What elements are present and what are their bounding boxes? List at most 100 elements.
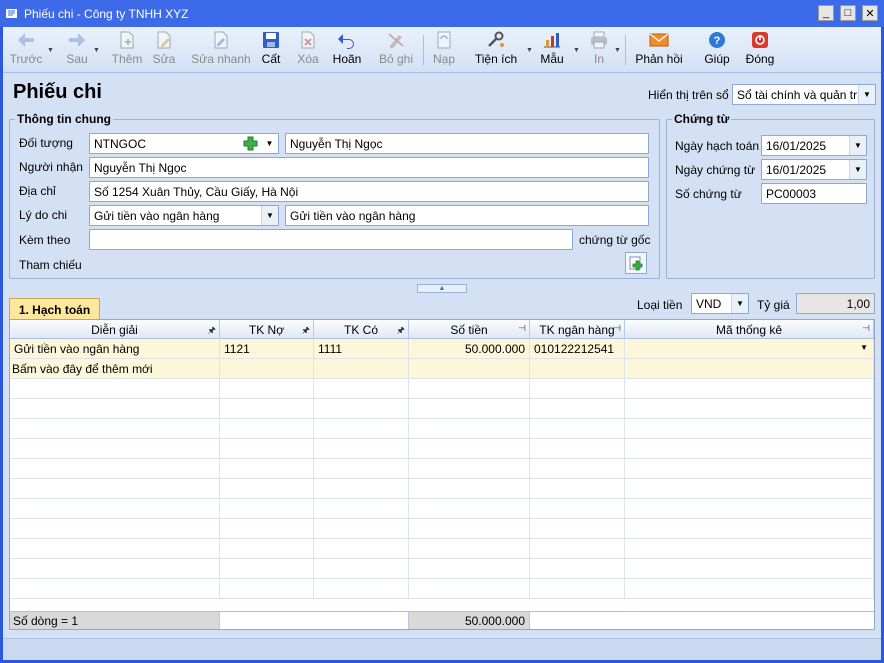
add-document-icon bbox=[118, 30, 136, 50]
chevron-down-icon[interactable]: ▼ bbox=[849, 160, 866, 179]
chevron-down-icon[interactable]: ▼ bbox=[526, 47, 533, 54]
cell-ma-thong-ke[interactable] bbox=[625, 339, 874, 359]
chevron-down-icon[interactable]: ▼ bbox=[573, 47, 580, 54]
table-row[interactable]: Gửi tiền vào ngân hàng 1121 1111 50.000.000… bbox=[10, 339, 874, 359]
chevron-down-icon[interactable]: ▼ bbox=[860, 343, 868, 352]
rate-input[interactable]: 1,00 bbox=[796, 293, 875, 314]
pin-icon[interactable]: 🖈 bbox=[208, 323, 216, 339]
toolbar-button-6[interactable]: Xóa bbox=[295, 30, 321, 66]
kem-theo-input[interactable] bbox=[89, 229, 573, 250]
chevron-down-icon[interactable]: ▼ bbox=[47, 47, 54, 54]
empty-row bbox=[10, 519, 874, 539]
status-bar bbox=[3, 638, 881, 660]
close-window-button[interactable]: ✕ bbox=[862, 5, 878, 21]
chevron-down-icon[interactable]: ▼ bbox=[858, 85, 875, 104]
currency-select[interactable]: VND ▼ bbox=[691, 293, 749, 314]
empty-cell bbox=[314, 399, 409, 419]
cell-tk-co[interactable]: 1111 bbox=[314, 339, 409, 359]
doi-tuong-name-input[interactable]: Nguyễn Thị Ngọc bbox=[285, 133, 649, 154]
column-header[interactable]: TK ngân hàng ⊣ bbox=[530, 320, 625, 339]
display-on-book-select[interactable]: Sổ tài chính và quản trị ▼ bbox=[732, 84, 876, 105]
pin-icon[interactable]: 🖈 bbox=[302, 323, 310, 339]
column-header-label: TK Có bbox=[343, 322, 378, 337]
toolbar-button-2[interactable]: Thêm bbox=[107, 30, 147, 66]
tab-hach-toan[interactable]: 1. Hạch toán bbox=[9, 298, 100, 320]
empty-cell bbox=[314, 379, 409, 399]
empty-cell bbox=[409, 399, 530, 419]
toolbar-button-label: Cất bbox=[261, 52, 281, 66]
toolbar-button-8[interactable]: Bỏ ghi bbox=[377, 30, 415, 66]
toolbar-button-15[interactable]: Đóng bbox=[743, 30, 777, 66]
empty-cell bbox=[220, 519, 314, 539]
toolbar-button-3[interactable]: Sửa bbox=[151, 30, 177, 66]
help-icon: ? bbox=[708, 30, 726, 50]
empty-cell bbox=[530, 539, 625, 559]
toolbar-button-11[interactable]: Mẫu bbox=[537, 30, 567, 66]
pin-icon[interactable]: ⊣ bbox=[518, 323, 526, 334]
toolbar-button-9[interactable]: Nạp bbox=[431, 30, 457, 66]
empty-cell bbox=[530, 419, 625, 439]
pin-icon[interactable]: ⊣ bbox=[862, 323, 870, 334]
cell-tk-ngan-hang[interactable]: 010122212541 bbox=[530, 339, 625, 359]
collapse-toggle-button[interactable]: ▲ bbox=[417, 284, 467, 293]
pin-icon[interactable]: 🖈 bbox=[397, 323, 405, 339]
so-chung-tu-input[interactable]: PC00003 bbox=[761, 183, 867, 204]
chevron-down-icon[interactable]: ▼ bbox=[261, 206, 278, 225]
app-window: Phiếu chi - Công ty TNHH XYZ _ □ ✕ Trước… bbox=[0, 0, 884, 663]
empty-cell bbox=[530, 399, 625, 419]
toolbar-button-label: Đóng bbox=[745, 52, 775, 66]
column-header[interactable]: Số tiền ⊣ bbox=[409, 320, 530, 339]
empty-cell bbox=[220, 419, 314, 439]
empty-cell bbox=[314, 579, 409, 599]
new-row[interactable]: Bấm vào đây để thêm mới bbox=[10, 359, 874, 379]
add-object-icon[interactable] bbox=[240, 134, 260, 153]
nguoi-nhan-input[interactable]: Nguyễn Thị Ngọc bbox=[89, 157, 649, 178]
toolbar-button-0[interactable]: Trước bbox=[9, 30, 43, 66]
empty-cell bbox=[220, 359, 314, 379]
ngay-hach-toan-input[interactable]: 16/01/2025 ▼ bbox=[761, 135, 867, 156]
add-reference-button[interactable] bbox=[625, 252, 647, 274]
chevron-down-icon[interactable]: ▼ bbox=[849, 136, 866, 155]
toolbar-button-label: Xóa bbox=[297, 52, 319, 66]
cell-tk-no[interactable]: 1121 bbox=[220, 339, 314, 359]
ngay-chung-tu-input[interactable]: 16/01/2025 ▼ bbox=[761, 159, 867, 180]
chevron-down-icon[interactable]: ▼ bbox=[731, 294, 748, 313]
new-row-hint[interactable]: Bấm vào đây để thêm mới bbox=[10, 359, 220, 379]
chevron-down-icon[interactable]: ▼ bbox=[261, 134, 278, 153]
toolbar-button-label: Giúp bbox=[704, 52, 730, 66]
toolbar-button-13[interactable]: Phản hồi bbox=[633, 30, 685, 66]
reload-icon bbox=[435, 30, 453, 50]
edit-document-icon bbox=[155, 30, 173, 50]
toolbar-button-14[interactable]: ? Giúp bbox=[703, 30, 731, 66]
column-header[interactable]: Mã thống kê ⊣ bbox=[625, 320, 874, 339]
cell-dien-giai[interactable]: Gửi tiền vào ngân hàng bbox=[10, 339, 220, 359]
maximize-button[interactable]: □ bbox=[840, 5, 856, 21]
empty-cell bbox=[314, 519, 409, 539]
form-client-area: Trước ▼ Sau ▼ Thêm Sửa Sửa nhanh Cất Xóa Hoãn Bỏ g… bbox=[3, 27, 881, 660]
empty-cell bbox=[314, 499, 409, 519]
column-header[interactable]: Diễn giải 🖈 bbox=[10, 320, 220, 339]
column-header[interactable]: TK Có 🖈 bbox=[314, 320, 409, 339]
chevron-down-icon[interactable]: ▼ bbox=[614, 47, 621, 54]
toolbar-button-4[interactable]: Sửa nhanh bbox=[189, 30, 253, 66]
empty-cell bbox=[625, 499, 874, 519]
toolbar-button-10[interactable]: Tiện ích bbox=[471, 30, 521, 66]
ly-do-chi-select[interactable]: Gửi tiền vào ngân hàng ▼ bbox=[89, 205, 279, 226]
chevron-down-icon[interactable]: ▼ bbox=[93, 47, 100, 54]
ly-do-chi-text-input[interactable]: Gửi tiền vào ngân hàng bbox=[285, 205, 649, 226]
empty-cell bbox=[409, 499, 530, 519]
toolbar-button-7[interactable]: Hoãn bbox=[331, 30, 363, 66]
minimize-button[interactable]: _ bbox=[818, 5, 834, 21]
kem-theo-label: Kèm theo bbox=[19, 233, 71, 247]
cell-so-tien[interactable]: 50.000.000 bbox=[409, 339, 530, 359]
toolbar-button-1[interactable]: Sau bbox=[59, 30, 95, 66]
toolbar-button-5[interactable]: Cất bbox=[259, 30, 283, 66]
empty-cell bbox=[314, 439, 409, 459]
empty-cell bbox=[10, 419, 220, 439]
dia-chi-input[interactable]: Số 1254 Xuân Thủy, Cầu Giấy, Hà Nội bbox=[89, 181, 649, 202]
column-header[interactable]: TK Nợ 🖈 bbox=[220, 320, 314, 339]
toolbar-button-12[interactable]: In bbox=[589, 30, 609, 66]
pin-icon[interactable]: ⊣ bbox=[613, 323, 621, 334]
empty-cell bbox=[220, 439, 314, 459]
empty-cell bbox=[625, 479, 874, 499]
